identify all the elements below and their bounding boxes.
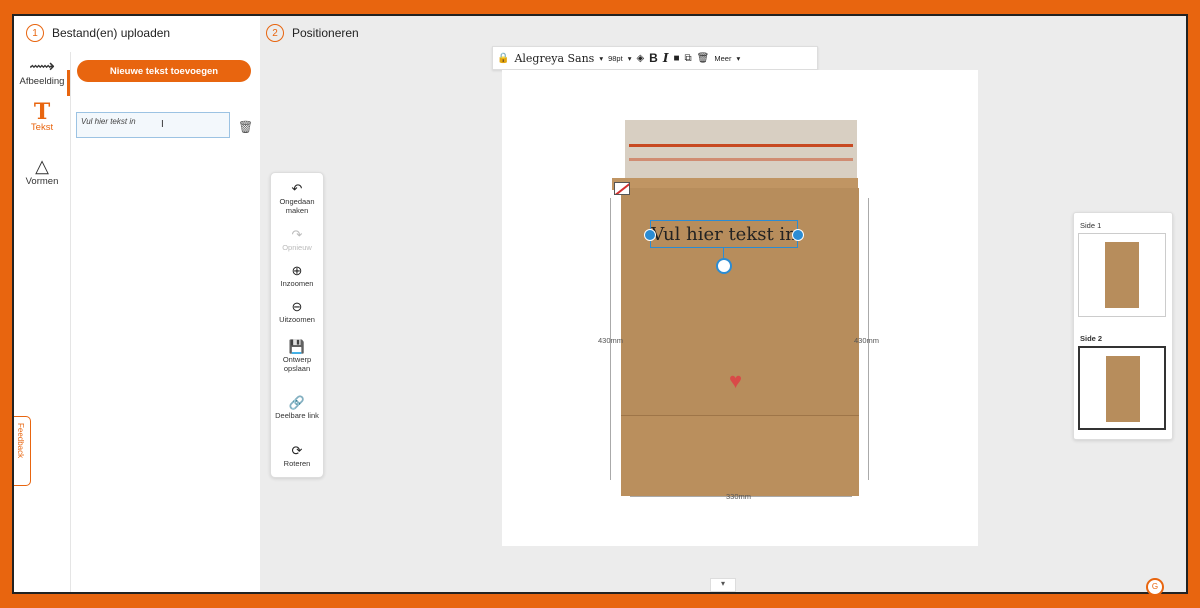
- trash-icon[interactable]: 🗑: [697, 53, 710, 64]
- zoom-in-icon: ⊕: [291, 263, 303, 278]
- zoom-in-label: Inzoomen: [280, 279, 314, 288]
- rotate-button[interactable]: ⟳ Roteren: [271, 443, 323, 468]
- seal-strip: [629, 158, 853, 161]
- rail-item-text[interactable]: T Tekst: [14, 99, 70, 133]
- text-entry-field[interactable]: Vul hier tekst in I: [76, 112, 230, 138]
- bag-thumbnail: [1106, 356, 1140, 422]
- rail-item-shapes[interactable]: △ Vormen: [14, 156, 70, 187]
- active-rail-marker: [67, 70, 70, 96]
- step-2-number: 2: [266, 24, 284, 42]
- redo-icon: ↷: [291, 227, 303, 242]
- brand-logo-icon: G: [1146, 578, 1164, 596]
- undo-button[interactable]: ↶ Ongedaan maken: [271, 181, 323, 215]
- text-cursor-icon: I: [161, 119, 164, 130]
- zoom-out-icon: ⊖: [291, 299, 303, 314]
- feedback-tab[interactable]: Feedback: [14, 416, 31, 486]
- step-1-label: Bestand(en) uploaden: [52, 26, 171, 40]
- feedback-label: Feedback: [16, 423, 25, 459]
- step-2-header[interactable]: 2 Positioneren: [266, 24, 359, 42]
- text-entry-value: Vul hier tekst in: [81, 117, 136, 126]
- bag-top-seal: [625, 120, 857, 184]
- rail-item-image-label: Afbeelding: [19, 76, 65, 87]
- save-design-button[interactable]: 💾 Ontwerp opslaan: [271, 339, 323, 373]
- undo-label: Ongedaan maken: [279, 197, 315, 215]
- undo-icon: ↶: [291, 181, 303, 196]
- step-1-header[interactable]: 1 Bestand(en) uploaden: [26, 24, 170, 42]
- side-2-label: Side 2: [1080, 334, 1103, 343]
- collapse-toggle[interactable]: ▾: [710, 578, 736, 592]
- selected-text-box[interactable]: Vul hier tekst in: [650, 220, 798, 248]
- font-family-select[interactable]: Alegreya Sans: [514, 52, 594, 65]
- delete-text-icon[interactable]: 🗑: [238, 120, 253, 134]
- rotate-handle-line: [723, 248, 724, 258]
- save-design-label: Ontwerp opslaan: [282, 355, 312, 373]
- duplicate-icon[interactable]: ⧉: [685, 53, 692, 64]
- bag-bottom-fold: [621, 415, 859, 496]
- sides-panel: Side 1 Side 2: [1073, 212, 1173, 440]
- rotate-icon: ⟳: [291, 443, 303, 458]
- zoom-out-button[interactable]: ⊖ Uitzoomen: [271, 299, 323, 324]
- save-icon: 💾: [288, 339, 306, 354]
- no-color-swatch[interactable]: [614, 182, 630, 195]
- lock-icon[interactable]: 🔒: [497, 53, 509, 64]
- chevron-down-icon[interactable]: ▾: [599, 54, 603, 63]
- design-canvas[interactable]: ♥ 430mm 430mm 330mm Vul hier tekst in: [502, 70, 978, 546]
- side-tools-panel: ↶ Ongedaan maken ↷ Opnieuw ⊕ Inzoomen ⊖ …: [270, 172, 324, 478]
- text-T-icon: T: [33, 99, 51, 125]
- side-2-thumbnail[interactable]: [1078, 346, 1166, 430]
- side-1-label: Side 1: [1080, 221, 1102, 230]
- rail-item-shapes-label: Vormen: [25, 176, 59, 187]
- text-toolbar: 🔒 Alegreya Sans ▾ 98pt ▾ ◈ B I ■ ⧉ 🗑 Mee…: [492, 46, 818, 70]
- rail-item-image[interactable]: ⟿ Afbeelding: [14, 56, 70, 87]
- fill-color-icon[interactable]: ◈: [636, 53, 644, 64]
- font-size-select[interactable]: 98pt: [608, 54, 623, 63]
- resize-handle-right[interactable]: [792, 229, 804, 241]
- rail-item-text-label: Tekst: [30, 122, 54, 133]
- chevron-down-icon[interactable]: ▾: [628, 54, 632, 63]
- app-window: 1 Bestand(en) uploaden ⟿ Afbeelding T Te…: [12, 14, 1188, 594]
- step-2-label: Positioneren: [292, 26, 359, 40]
- tool-rail: ⟿ Afbeelding T Tekst △ Vormen: [14, 52, 71, 592]
- height-label-left: 430mm: [598, 336, 624, 345]
- zoom-in-button[interactable]: ⊕ Inzoomen: [271, 263, 323, 288]
- rotate-handle[interactable]: [716, 258, 732, 274]
- shapes-icon: △: [35, 156, 49, 176]
- redo-button[interactable]: ↷ Opnieuw: [271, 227, 323, 252]
- add-text-button[interactable]: Nieuwe tekst toevoegen: [77, 60, 251, 82]
- side-1-thumbnail[interactable]: [1078, 233, 1166, 317]
- step-1-number: 1: [26, 24, 44, 42]
- zoom-out-label: Uitzoomen: [279, 315, 315, 324]
- image-icon: ⟿: [29, 56, 55, 76]
- width-label: 330mm: [726, 492, 752, 501]
- workspace: 2 Positioneren 🔒 Alegreya Sans ▾ 98pt ▾ …: [260, 16, 1186, 592]
- rotate-label: Roteren: [283, 459, 311, 468]
- italic-icon[interactable]: I: [663, 51, 669, 65]
- share-link-button[interactable]: 🔗 Deelbare link: [271, 395, 323, 420]
- bold-icon[interactable]: B: [649, 51, 658, 65]
- share-link-label: Deelbare link: [275, 411, 319, 420]
- heart-icon: ♥: [729, 368, 743, 393]
- height-label-right: 430mm: [854, 336, 880, 345]
- shadow-icon[interactable]: ■: [673, 53, 679, 64]
- link-icon: 🔗: [288, 395, 306, 410]
- redo-label: Opnieuw: [282, 243, 312, 252]
- bag-thumbnail: [1105, 242, 1139, 308]
- chevron-down-icon[interactable]: ▾: [736, 54, 740, 63]
- seal-strip: [629, 144, 853, 147]
- resize-handle-left[interactable]: [644, 229, 656, 241]
- left-panel: 1 Bestand(en) uploaden ⟿ Afbeelding T Te…: [14, 16, 261, 592]
- more-menu[interactable]: Meer: [714, 54, 731, 63]
